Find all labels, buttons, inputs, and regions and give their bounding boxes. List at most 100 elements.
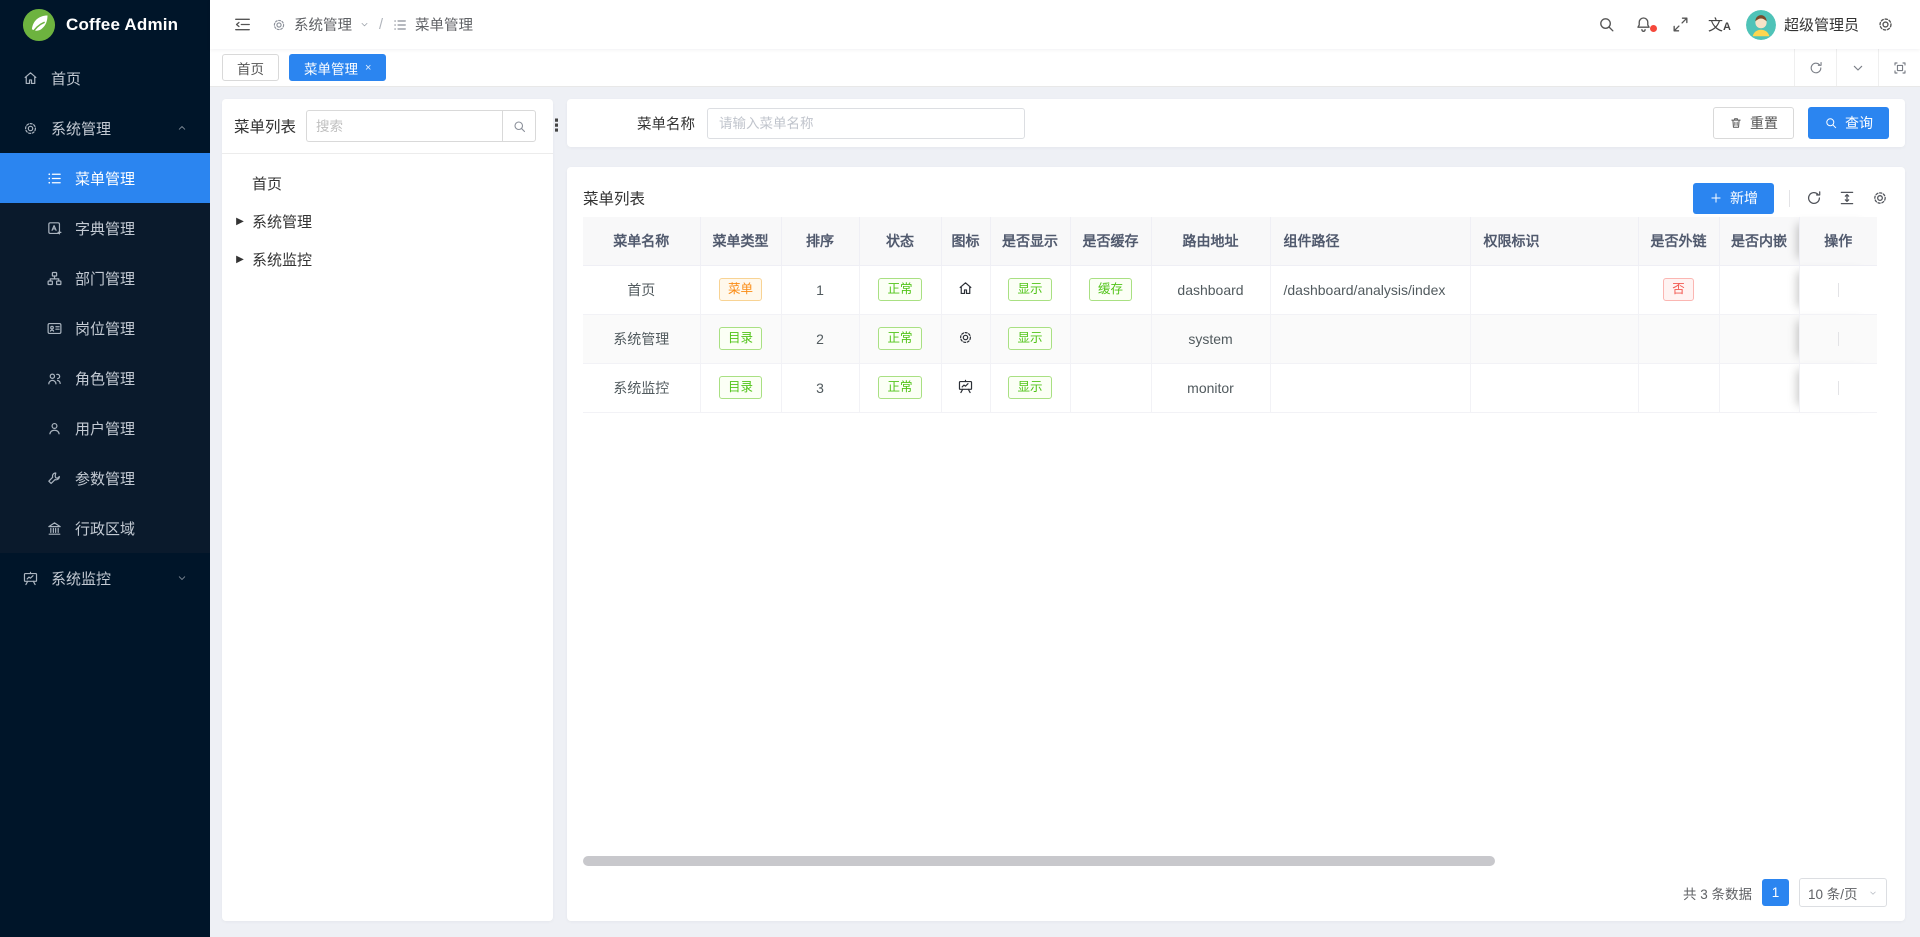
row-actions — [1806, 381, 1872, 395]
chevron-right-icon[interactable]: ▶ — [230, 216, 250, 227]
status-tag: 目录 — [719, 327, 762, 350]
horizontal-scrollbar-thumb[interactable] — [583, 856, 1495, 866]
row-actions — [1806, 283, 1872, 297]
cell-name: 首页 — [583, 265, 700, 314]
cell-perm — [1470, 363, 1638, 412]
tab-bar: 首页菜单管理× — [210, 49, 1920, 87]
sidebar-item-岗位管理[interactable]: 岗位管理 — [0, 303, 210, 353]
cell-name: 系统监控 — [583, 363, 700, 412]
tree-search-input[interactable] — [306, 110, 502, 142]
status-tag: 显示 — [1008, 376, 1051, 399]
cell-embedded — [1719, 363, 1799, 412]
collapse-sidebar-icon[interactable] — [224, 0, 261, 49]
pagination: 共 3 条数据 1 10 条/页 — [583, 866, 1889, 909]
action-divider — [1838, 283, 1839, 297]
chevron-down-icon — [1868, 888, 1878, 898]
column-header-order: 排序 — [781, 217, 859, 265]
sidebar-item-字典管理[interactable]: 字典管理 — [0, 203, 210, 253]
fullscreen-icon[interactable] — [1662, 15, 1699, 34]
sidebar-item-参数管理[interactable]: 参数管理 — [0, 453, 210, 503]
sidebar-item-首页[interactable]: 首页 — [0, 53, 210, 103]
tab-tools — [1794, 49, 1920, 86]
user-menu[interactable]: 超级管理员 — [1746, 10, 1859, 40]
settings-gear-icon[interactable] — [1867, 15, 1904, 34]
cell-route: system — [1151, 314, 1270, 363]
reset-button[interactable]: 重置 — [1713, 107, 1794, 139]
tree-item-系统管理[interactable]: ▶系统管理 — [230, 202, 545, 240]
translate-icon[interactable]: 文A — [1699, 14, 1740, 35]
reload-table-icon[interactable] — [1805, 189, 1823, 207]
dictionary-icon — [46, 220, 63, 237]
tree-more-icon[interactable]: ⋮ — [546, 116, 567, 136]
sidebar-item-label: 角色管理 — [75, 368, 135, 389]
monitor-icon — [957, 378, 974, 395]
tree-list: 首页 ▶系统管理▶系统监控 — [222, 154, 553, 288]
avatar — [1746, 10, 1776, 40]
tab-首页[interactable]: 首页 — [222, 54, 279, 81]
chevron-right-icon[interactable]: ▶ — [230, 254, 250, 265]
cell-type: 目录 — [700, 363, 781, 412]
cell-type: 菜单 — [700, 265, 781, 314]
tree-search-button[interactable] — [502, 110, 536, 142]
home-icon — [22, 70, 39, 87]
table-row: 首页菜单1正常显示缓存dashboard/dashboard/analysis/… — [583, 265, 1877, 314]
status-tag: 显示 — [1008, 278, 1051, 301]
page-1-button[interactable]: 1 — [1762, 879, 1789, 906]
sidebar-item-行政区域[interactable]: 行政区域 — [0, 503, 210, 553]
cell-external — [1638, 314, 1719, 363]
tree-item-首页[interactable]: 首页 — [230, 164, 545, 202]
cell-visible: 显示 — [990, 314, 1070, 363]
query-button[interactable]: 查询 — [1808, 107, 1889, 139]
notifications-bell-icon[interactable] — [1625, 15, 1662, 34]
cell-icon — [941, 314, 990, 363]
menu-name-input[interactable] — [707, 108, 1025, 139]
trash-icon — [1729, 116, 1743, 130]
menu-list-icon — [392, 17, 408, 33]
add-button[interactable]: 新增 — [1693, 183, 1774, 214]
column-header-actions: 操作 — [1799, 217, 1877, 265]
tree-item-系统监控[interactable]: ▶系统监控 — [230, 240, 545, 278]
sidebar-item-系统监控[interactable]: 系统监控 — [0, 553, 210, 603]
table-card-header: 菜单列表 新增 — [583, 179, 1889, 217]
sidebar-item-角色管理[interactable]: 角色管理 — [0, 353, 210, 403]
close-tab-icon[interactable]: × — [365, 62, 371, 74]
tree-item-label: 首页 — [250, 173, 282, 194]
sidebar-item-部门管理[interactable]: 部门管理 — [0, 253, 210, 303]
breadcrumb-item[interactable]: 系统管理 — [294, 14, 352, 35]
sidebar-item-菜单管理[interactable]: 菜单管理 — [0, 153, 210, 203]
refresh-icon[interactable] — [1794, 49, 1836, 86]
density-icon[interactable] — [1838, 189, 1856, 207]
sidebar-item-label: 部门管理 — [75, 268, 135, 289]
app-logo[interactable]: Coffee Admin — [0, 0, 210, 49]
gear-icon — [957, 329, 974, 346]
cell-visible: 显示 — [990, 363, 1070, 412]
column-settings-gear-icon[interactable] — [1871, 189, 1889, 207]
sidebar-item-用户管理[interactable]: 用户管理 — [0, 403, 210, 453]
status-tag: 正常 — [878, 327, 921, 350]
cell-route: monitor — [1151, 363, 1270, 412]
cell-embedded — [1719, 265, 1799, 314]
page-size-select[interactable]: 10 条/页 — [1799, 878, 1887, 907]
breadcrumb-item: 菜单管理 — [415, 14, 473, 35]
top-header: 系统管理 / 菜单管理 文A 超级管理员 — [210, 0, 1920, 49]
sidebar-item-label: 用户管理 — [75, 418, 135, 439]
chevron-down-icon[interactable] — [1836, 49, 1878, 86]
tabs: 首页菜单管理× — [222, 54, 1794, 81]
column-header-type: 菜单类型 — [700, 217, 781, 265]
cell-actions — [1799, 314, 1877, 363]
tab-菜单管理[interactable]: 菜单管理× — [289, 54, 386, 81]
cell-cache — [1070, 314, 1151, 363]
sidebar-item-系统管理[interactable]: 系统管理 — [0, 103, 210, 153]
search-icon[interactable] — [1588, 15, 1625, 34]
cell-status: 正常 — [859, 363, 941, 412]
status-tag: 显示 — [1008, 327, 1051, 350]
cell-external: 否 — [1638, 265, 1719, 314]
sidebar-item-label: 参数管理 — [75, 468, 135, 489]
header-actions: 文A 超级管理员 — [1588, 10, 1904, 40]
tree-panel-title: 菜单列表 — [234, 115, 296, 137]
cell-actions — [1799, 363, 1877, 412]
table-card-title: 菜单列表 — [583, 187, 645, 209]
maximize-icon[interactable] — [1878, 49, 1920, 86]
cell-perm — [1470, 265, 1638, 314]
roles-icon — [46, 370, 63, 387]
